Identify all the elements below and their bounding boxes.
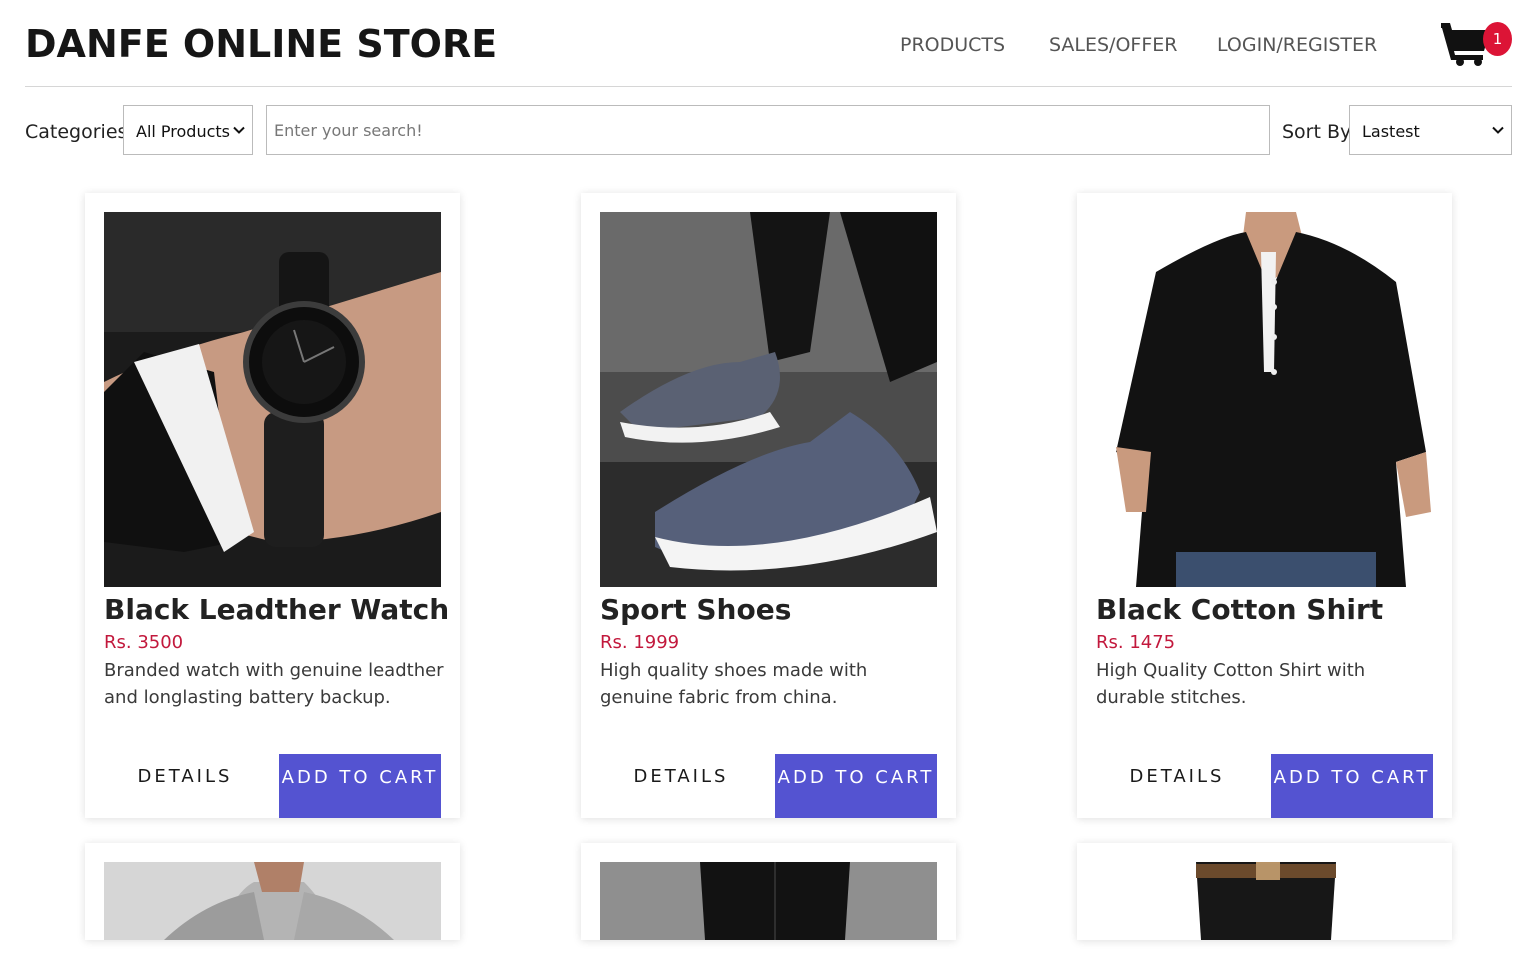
product-price: Rs. 3500 xyxy=(104,632,184,653)
details-button[interactable]: DETAILS xyxy=(600,754,762,818)
product-card: Sport Shoes Rs. 1999 High quality shoes … xyxy=(581,193,956,818)
sort-selected-value: Lastest xyxy=(1362,122,1420,141)
details-button[interactable]: DETAILS xyxy=(1096,754,1258,818)
product-image-shirt[interactable] xyxy=(1096,212,1433,587)
add-to-cart-button[interactable]: ADD TO CART xyxy=(279,754,441,818)
chevron-down-icon xyxy=(1492,126,1504,134)
product-title[interactable]: Black Cotton Shirt xyxy=(1096,593,1383,626)
product-image-watch[interactable] xyxy=(104,212,441,587)
product-description: High Quality Cotton Shirt with durable s… xyxy=(1096,660,1366,708)
cart-count-badge: 1 xyxy=(1483,22,1512,56)
product-price: Rs. 1999 xyxy=(600,632,680,653)
categories-select[interactable]: All Products xyxy=(123,105,253,155)
product-card xyxy=(581,843,956,940)
categories-label: Categories: xyxy=(25,121,134,143)
search-input[interactable] xyxy=(266,105,1270,155)
categories-selected-value: All Products xyxy=(136,122,231,141)
nav-products-link[interactable]: PRODUCTS xyxy=(900,34,1005,56)
product-card xyxy=(1077,843,1452,940)
store-logo-text[interactable]: DANFE ONLINE STORE xyxy=(25,22,497,66)
add-to-cart-button[interactable]: ADD TO CART xyxy=(1271,754,1433,818)
product-image-casual-shirt[interactable] xyxy=(104,862,441,940)
product-card: Black Cotton Shirt Rs. 1475 High Quality… xyxy=(1077,193,1452,818)
sort-by-select[interactable]: Lastest xyxy=(1349,105,1512,155)
product-image-belt-jeans[interactable] xyxy=(1096,862,1433,940)
product-card: Black Leadther Watch Rs. 3500 Branded wa… xyxy=(85,193,460,818)
product-title[interactable]: Black Leadther Watch xyxy=(104,593,449,626)
product-title[interactable]: Sport Shoes xyxy=(600,593,791,626)
site-header: DANFE ONLINE STORE PRODUCTS SALES/OFFER … xyxy=(25,0,1512,87)
nav-login-register-link[interactable]: LOGIN/REGISTER xyxy=(1217,34,1377,56)
product-image-shoes[interactable] xyxy=(600,212,937,587)
cart-button[interactable]: 1 xyxy=(1441,20,1515,70)
product-image-jeans[interactable] xyxy=(600,862,937,940)
product-description: Branded watch with genuine leadther and … xyxy=(104,660,444,708)
sort-by-label: Sort By: xyxy=(1282,121,1357,143)
product-card xyxy=(85,843,460,940)
filter-bar: Categories: All Products Sort By: Lastes… xyxy=(25,105,1512,155)
product-description: High quality shoes made with genuine fab… xyxy=(600,660,868,708)
nav-sales-offer-link[interactable]: SALES/OFFER xyxy=(1049,34,1177,56)
chevron-down-icon xyxy=(233,126,245,134)
details-button[interactable]: DETAILS xyxy=(104,754,266,818)
product-price: Rs. 1475 xyxy=(1096,632,1176,653)
add-to-cart-button[interactable]: ADD TO CART xyxy=(775,754,937,818)
